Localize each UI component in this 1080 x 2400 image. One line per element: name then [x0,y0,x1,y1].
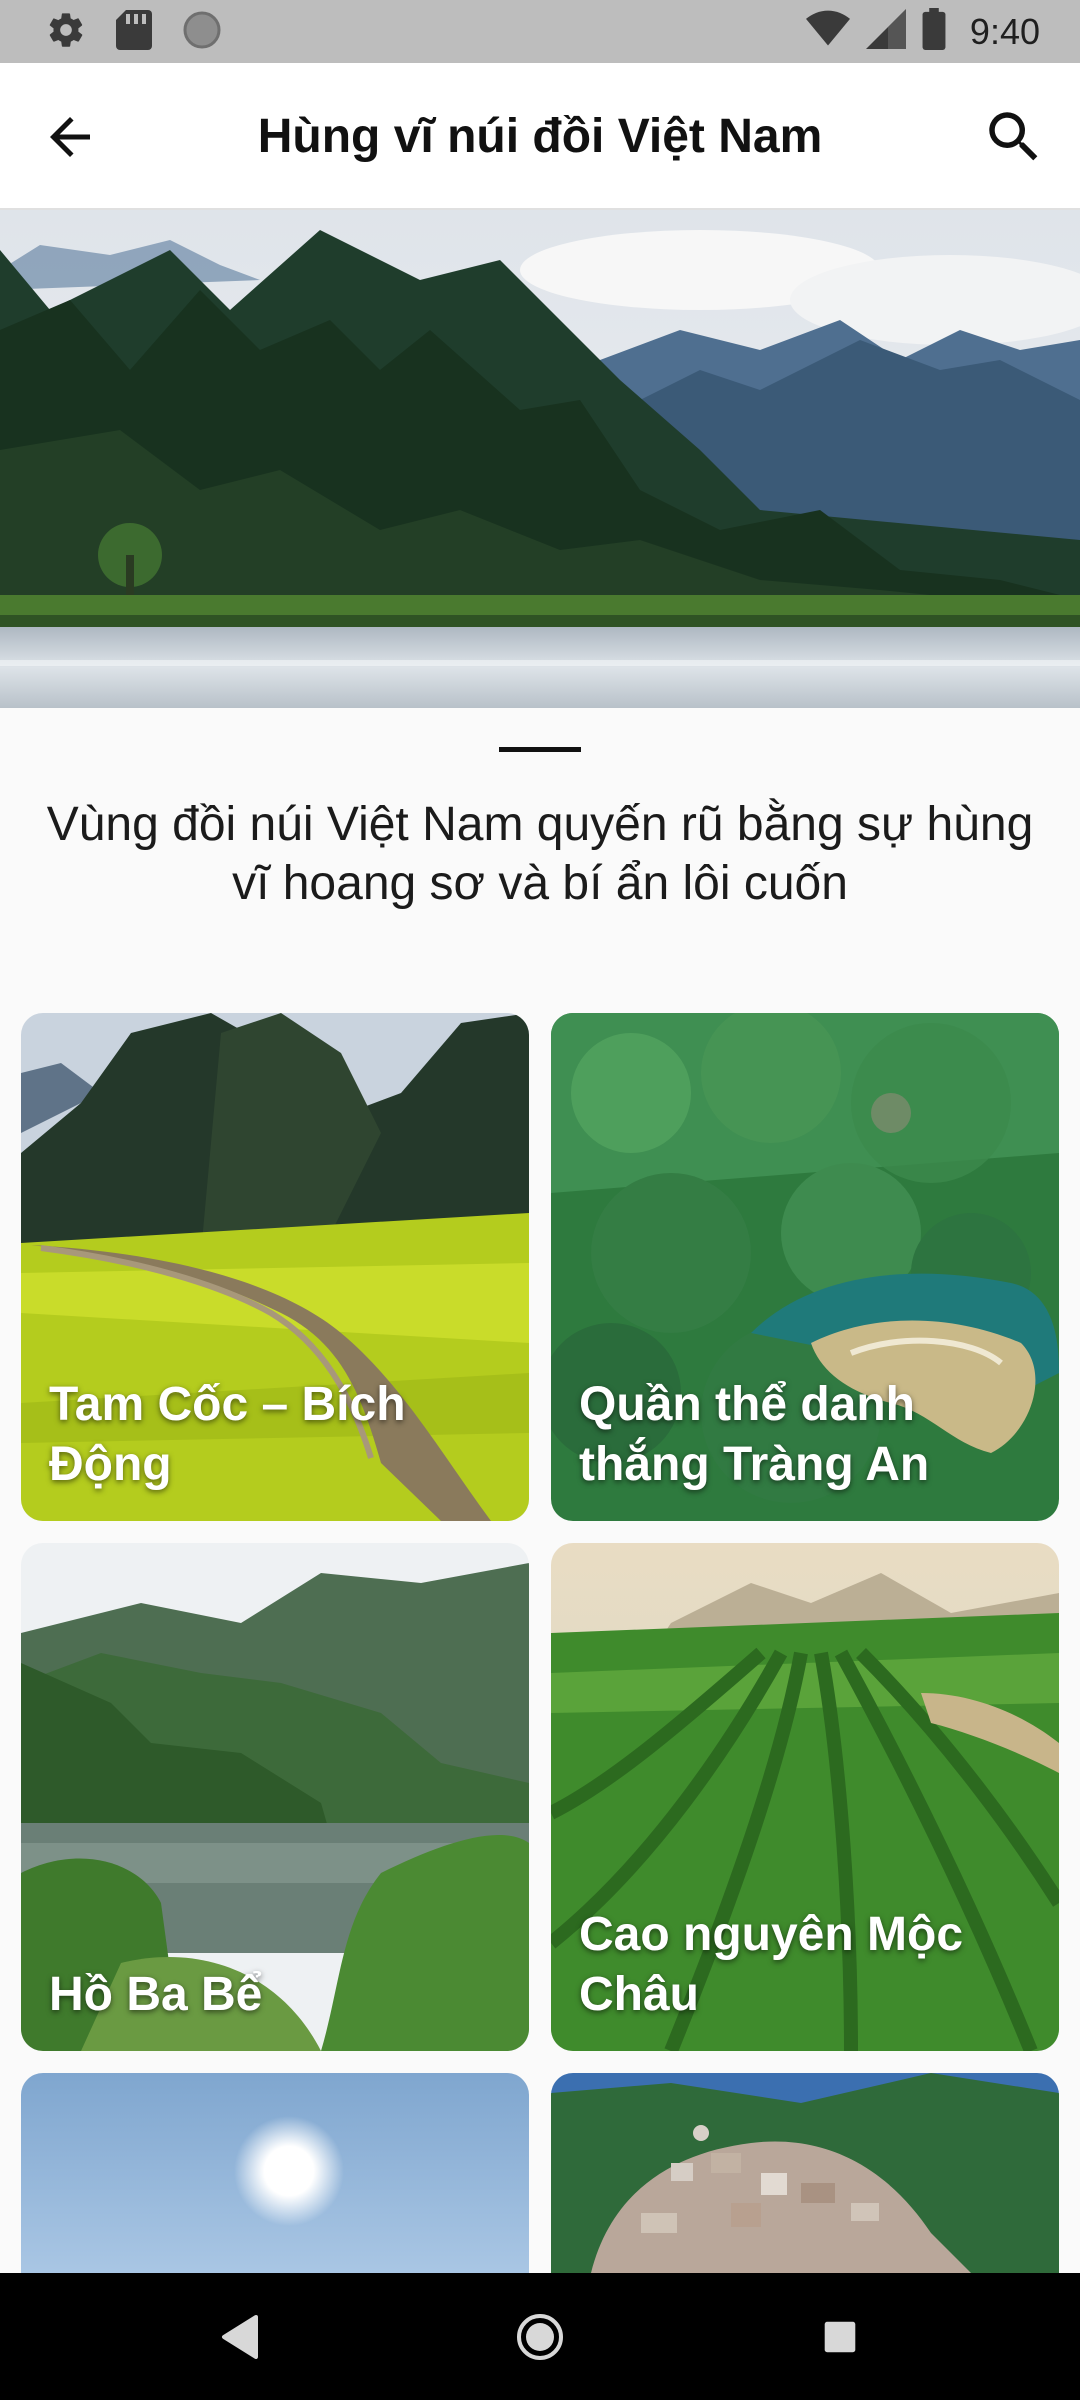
card-tam-coc[interactable]: Tam Cốc – Bích Động [21,1013,529,1521]
status-bar: 9:40 [0,0,1080,63]
card-image [21,2073,529,2273]
card-title: Quần thể danh thắng Tràng An [579,1378,930,1491]
back-button[interactable] [34,101,106,173]
card-title: Hồ Ba Bể [49,1968,263,2021]
app-root: 9:40 Hùng vĩ núi đồi Việt Nam Vùng đồi n… [0,0,1080,2400]
nav-recent-icon [824,2321,856,2353]
page-title: Hùng vĩ núi đồi Việt Nam [257,110,823,163]
card-partial-village[interactable] [551,2073,1059,2273]
sd-card-icon [116,10,152,55]
settings-icon [46,10,86,55]
nav-home-button[interactable] [504,2301,576,2373]
system-nav-bar [0,2273,1080,2400]
card-title: Cao nguyên Mộc Châu [579,1908,964,2021]
signal-icon [865,9,906,54]
wifi-icon [805,9,850,54]
search-icon [989,112,1038,161]
status-time: 9:40 [969,10,1040,52]
nav-back-icon [222,2315,258,2359]
circle-icon [182,10,222,55]
nav-back-button[interactable] [204,2301,276,2373]
arrow-left-icon [50,117,90,157]
card-partial-sky[interactable] [21,2073,529,2273]
status-left [46,10,222,55]
nav-home-icon [517,2314,563,2360]
nav-recent-button[interactable] [804,2301,876,2373]
card-trang-an[interactable]: Quần thể danh thắng Tràng An [551,1013,1059,1521]
battery-icon [922,8,946,55]
card-moc-chau[interactable]: Cao nguyên Mộc Châu [551,1543,1059,2051]
app-bar: Hùng vĩ núi đồi Việt Nam [0,63,1080,210]
hero-image [0,210,1080,708]
card-image [551,2073,1059,2273]
card-ho-ba-be[interactable]: Hồ Ba Bể [21,1543,529,2051]
intro-text: Vùng đồi núi Việt Nam quyến rũ bằng sự h… [46,798,1034,910]
card-title: Tam Cốc – Bích Động [49,1378,406,1491]
status-right: 9:40 [805,8,1040,55]
section-divider [499,747,581,752]
search-button[interactable] [978,101,1050,173]
